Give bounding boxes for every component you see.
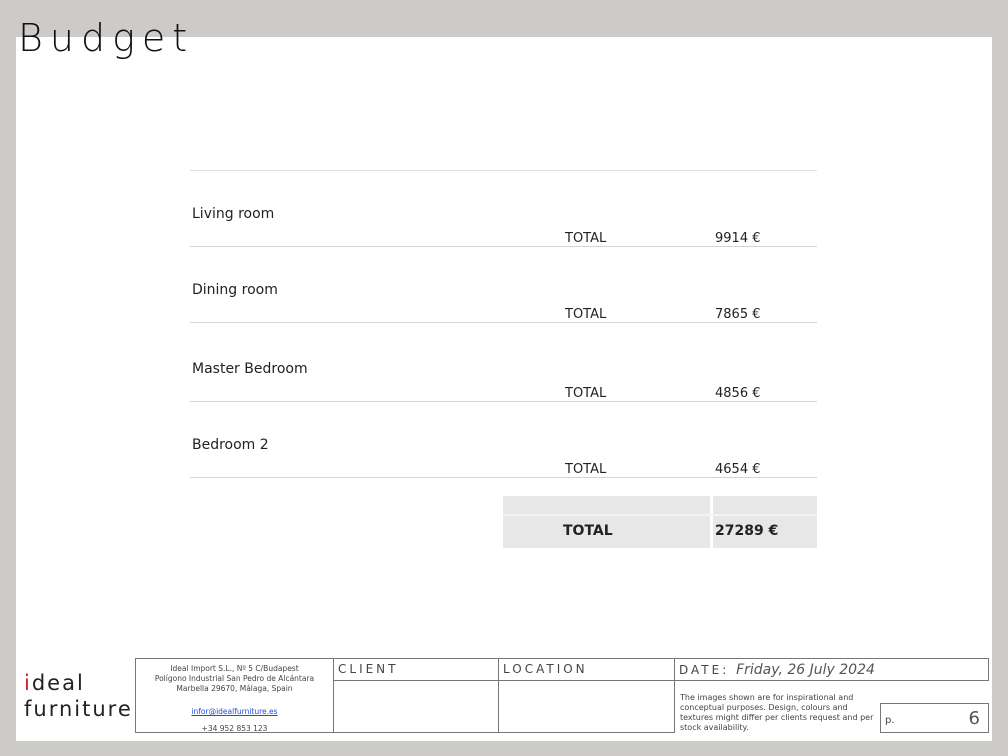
footer-title-block: Ideal Import S.L., Nº 5 C/Budapest Políg… — [135, 658, 989, 733]
location-label: LOCATION — [503, 662, 588, 676]
room-name: Dining room — [192, 282, 278, 298]
budget-row-living-room: Living room TOTAL 9914 € — [190, 206, 817, 247]
grand-total-label: TOTAL — [563, 523, 613, 539]
company-address-line: Polígono Industrial San Pedro de Alcánta… — [154, 674, 315, 683]
location-header: LOCATION — [498, 658, 675, 681]
date-value: Friday, 26 July 2024 — [736, 662, 875, 678]
location-field — [498, 680, 675, 733]
logo-accent-letter: i — [24, 671, 32, 695]
divider — [190, 170, 817, 171]
client-label: CLIENT — [338, 662, 399, 676]
company-address-line: Ideal Import S.L., Nº 5 C/Budapest — [170, 664, 299, 673]
room-total-value: 4856 € — [715, 386, 761, 401]
room-total-label: TOTAL — [565, 386, 607, 401]
room-name: Living room — [192, 206, 275, 222]
budget-row-dining-room: Dining room TOTAL 7865 € — [190, 282, 817, 323]
room-name: Bedroom 2 — [192, 437, 269, 453]
page-label: p. — [885, 715, 895, 726]
room-total-label: TOTAL — [565, 462, 607, 477]
room-total-value: 4654 € — [715, 462, 761, 477]
date-label: DATE: — [679, 663, 730, 677]
grand-total-value: 27289 € — [715, 523, 779, 539]
budget-row-bedroom-2: Bedroom 2 TOTAL 4654 € — [190, 437, 817, 478]
page-number-box: p. 6 — [880, 703, 989, 733]
room-total-label: TOTAL — [565, 307, 607, 322]
logo-line1: deal — [31, 671, 85, 695]
room-total-label: TOTAL — [565, 231, 607, 246]
grand-total-box: TOTAL 27289 € — [503, 496, 817, 548]
company-phone: +34 952 853 123 — [201, 724, 268, 733]
client-field — [333, 680, 499, 733]
disclaimer-text: The images shown are for inspirational a… — [680, 693, 874, 732]
logo-line2: furniture — [24, 697, 133, 721]
budget-row-master-bedroom: Master Bedroom TOTAL 4856 € — [190, 361, 817, 402]
company-logo: ideal furniture — [24, 670, 133, 722]
company-info: Ideal Import S.L., Nº 5 C/Budapest Políg… — [135, 658, 334, 733]
client-header: CLIENT — [333, 658, 499, 681]
company-email-link[interactable]: infor@idealfurniture.es — [136, 707, 333, 717]
date-header: DATE: Friday, 26 July 2024 — [674, 658, 989, 681]
page-number: 6 — [968, 708, 980, 729]
room-total-value: 9914 € — [715, 231, 761, 246]
page-title: Budget — [18, 16, 195, 60]
company-address-line: Marbella 29670, Málaga, Spain — [176, 684, 293, 693]
room-name: Master Bedroom — [192, 361, 308, 377]
room-total-value: 7865 € — [715, 307, 761, 322]
